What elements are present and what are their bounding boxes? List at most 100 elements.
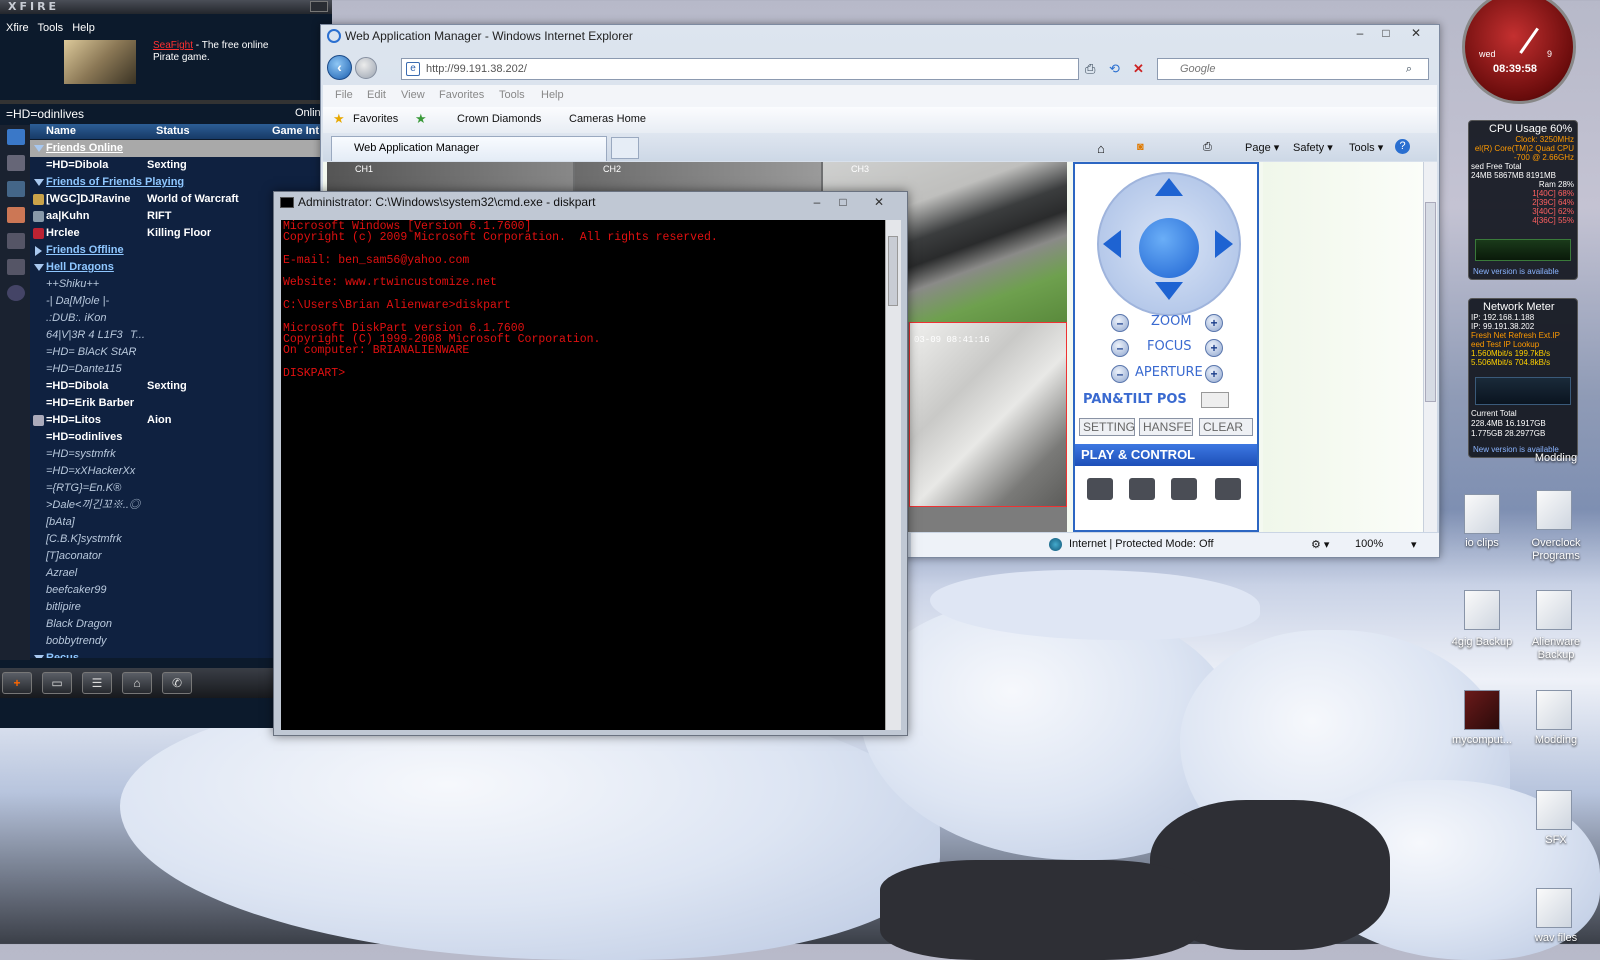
print-icon[interactable]: ⎙: [1203, 141, 1212, 154]
chat-icon[interactable]: [7, 155, 25, 171]
video-icon[interactable]: [7, 233, 25, 249]
zone-status[interactable]: Internet | Protected Mode: Off: [1069, 538, 1214, 550]
search-input[interactable]: Google ⌕: [1157, 58, 1429, 80]
help-icon[interactable]: ?: [1395, 139, 1410, 154]
menu-tools[interactable]: Tools: [499, 89, 525, 101]
add-friend-button[interactable]: +: [2, 672, 32, 694]
refresh-icon[interactable]: ⟲: [1109, 61, 1120, 77]
games-icon[interactable]: [7, 207, 25, 223]
snapshot-icon[interactable]: [1129, 478, 1155, 500]
setting-button[interactable]: SETTING: [1079, 418, 1135, 436]
aperture-close-button[interactable]: –: [1111, 365, 1129, 383]
maximize-button[interactable]: □: [830, 194, 856, 210]
home-icon[interactable]: ⌂: [1097, 141, 1105, 156]
group-friends-online[interactable]: Friends Online: [30, 140, 332, 157]
stop-icon[interactable]: ✕: [1133, 61, 1144, 77]
menu-view[interactable]: View: [401, 89, 425, 101]
close-button[interactable]: ✕: [1403, 25, 1429, 41]
minimize-button[interactable]: –: [1347, 25, 1373, 41]
feeds-icon[interactable]: ◙: [1137, 141, 1144, 153]
desktop-icon-label[interactable]: Alienware Backup: [1516, 636, 1596, 662]
minimize-button[interactable]: –: [804, 194, 830, 210]
record-icon[interactable]: [1087, 478, 1113, 500]
network-line[interactable]: Fresh Net Refresh Ext.IP: [1469, 331, 1577, 340]
compat-icon[interactable]: ⎙: [1085, 61, 1095, 77]
desktop-icon-label[interactable]: Modding: [1516, 452, 1596, 465]
menu-help[interactable]: Help: [541, 89, 564, 101]
search-icon[interactable]: ⌕: [1406, 59, 1412, 79]
folder-icon[interactable]: [1536, 590, 1572, 630]
fav-crown-diamonds[interactable]: Crown Diamonds: [457, 113, 541, 125]
arrow-up-icon[interactable]: [1155, 178, 1183, 196]
scrollbar-thumb[interactable]: [888, 236, 898, 306]
menu-file[interactable]: File: [335, 89, 353, 101]
game-button[interactable]: ⌂: [122, 672, 152, 694]
console-output[interactable]: Microsoft Windows [Version 6.1.7600] Copy…: [281, 220, 885, 730]
chat-button[interactable]: ▭: [42, 672, 72, 694]
forward-button[interactable]: [355, 57, 377, 79]
computer-icon[interactable]: [1464, 690, 1500, 730]
desktop-icon-label[interactable]: mycomput...: [1442, 734, 1522, 747]
network-line[interactable]: eed Test IP Lookup: [1469, 340, 1577, 349]
friends-icon[interactable]: [7, 129, 25, 145]
folder-icon[interactable]: [1464, 494, 1500, 534]
desktop-icon-label[interactable]: io clips: [1442, 537, 1522, 550]
camera-ch2[interactable]: CH2: [575, 162, 821, 192]
list-item[interactable]: =HD=Dibola Sexting: [30, 157, 332, 174]
screenshots-icon[interactable]: [7, 259, 25, 275]
close-button[interactable]: ✕: [866, 194, 892, 210]
network-gadget[interactable]: Network Meter IP: 192.168.1.188 IP: 99.1…: [1468, 298, 1578, 458]
menu-tools[interactable]: Tools: [37, 22, 63, 34]
arrow-down-icon[interactable]: [1155, 282, 1183, 300]
ptz-center-button[interactable]: [1139, 218, 1199, 278]
menu-favorites[interactable]: Favorites: [439, 89, 484, 101]
desktop-icon-label[interactable]: Overclock Programs: [1516, 537, 1596, 563]
focus-near-button[interactable]: –: [1111, 339, 1129, 357]
back-button[interactable]: ‹: [327, 55, 352, 80]
security-icon[interactable]: ⚙ ▾: [1311, 538, 1329, 551]
safety-menu[interactable]: Safety ▾: [1293, 141, 1333, 154]
desktop-icon-label[interactable]: 4gig Backup: [1442, 636, 1522, 649]
favorites-button[interactable]: Favorites: [353, 113, 398, 125]
ad-link[interactable]: SeaFight: [153, 40, 193, 51]
folder-icon[interactable]: [1536, 888, 1572, 928]
hansfe-button[interactable]: HANSFE: [1139, 418, 1193, 436]
menu-xfire[interactable]: Xfire: [6, 22, 29, 34]
tools-menu[interactable]: Tools ▾: [1349, 141, 1383, 154]
desktop-icon-label[interactable]: Modding: [1516, 734, 1596, 747]
desktop-icon-label[interactable]: wav files: [1516, 932, 1596, 944]
zoom-level[interactable]: 100%: [1355, 538, 1383, 550]
folder-icon[interactable]: [1536, 490, 1572, 530]
cpu-update-link[interactable]: New version is available: [1473, 267, 1559, 276]
column-name[interactable]: Name: [46, 125, 76, 137]
profile-button[interactable]: ☰: [82, 672, 112, 694]
zoom-out-button[interactable]: –: [1111, 314, 1129, 332]
tool-icon[interactable]: [1215, 478, 1241, 500]
column-status[interactable]: Status: [156, 125, 190, 137]
page-menu[interactable]: Page ▾: [1245, 141, 1279, 154]
menu-help[interactable]: Help: [72, 22, 95, 34]
maximize-button[interactable]: □: [1373, 25, 1399, 41]
folder-icon[interactable]: [1536, 790, 1572, 830]
vertical-scrollbar[interactable]: [885, 220, 901, 730]
settings-icon[interactable]: [7, 285, 25, 301]
fav-cameras-home[interactable]: Cameras Home: [569, 113, 646, 125]
camera-ch4[interactable]: 03-09 08:41:16: [909, 322, 1067, 507]
zoom-in-button[interactable]: +: [1205, 314, 1223, 332]
cpu-gadget[interactable]: CPU Usage 60% Clock: 3250MHz el(R) Core(…: [1468, 120, 1578, 280]
vertical-scrollbar[interactable]: [1423, 162, 1437, 532]
play-control-header[interactable]: PLAY & CONTROL: [1075, 444, 1257, 466]
arrow-left-icon[interactable]: [1103, 230, 1121, 258]
folder-icon[interactable]: [1464, 590, 1500, 630]
arrow-right-icon[interactable]: [1215, 230, 1233, 258]
scrollbar-thumb[interactable]: [1425, 202, 1436, 402]
camera-ch1[interactable]: CH1: [327, 162, 573, 192]
voice-button[interactable]: ✆: [162, 672, 192, 694]
zoom-dropdown-icon[interactable]: ▾: [1411, 538, 1417, 551]
pantilt-input[interactable]: [1201, 392, 1229, 408]
group-friends-of-friends[interactable]: Friends of Friends Playing: [30, 174, 332, 191]
minimize-button[interactable]: [310, 1, 328, 12]
servers-icon[interactable]: [7, 181, 25, 197]
tab-web-application-manager[interactable]: Web Application Manager: [331, 136, 607, 161]
playback-icon[interactable]: [1171, 478, 1197, 500]
